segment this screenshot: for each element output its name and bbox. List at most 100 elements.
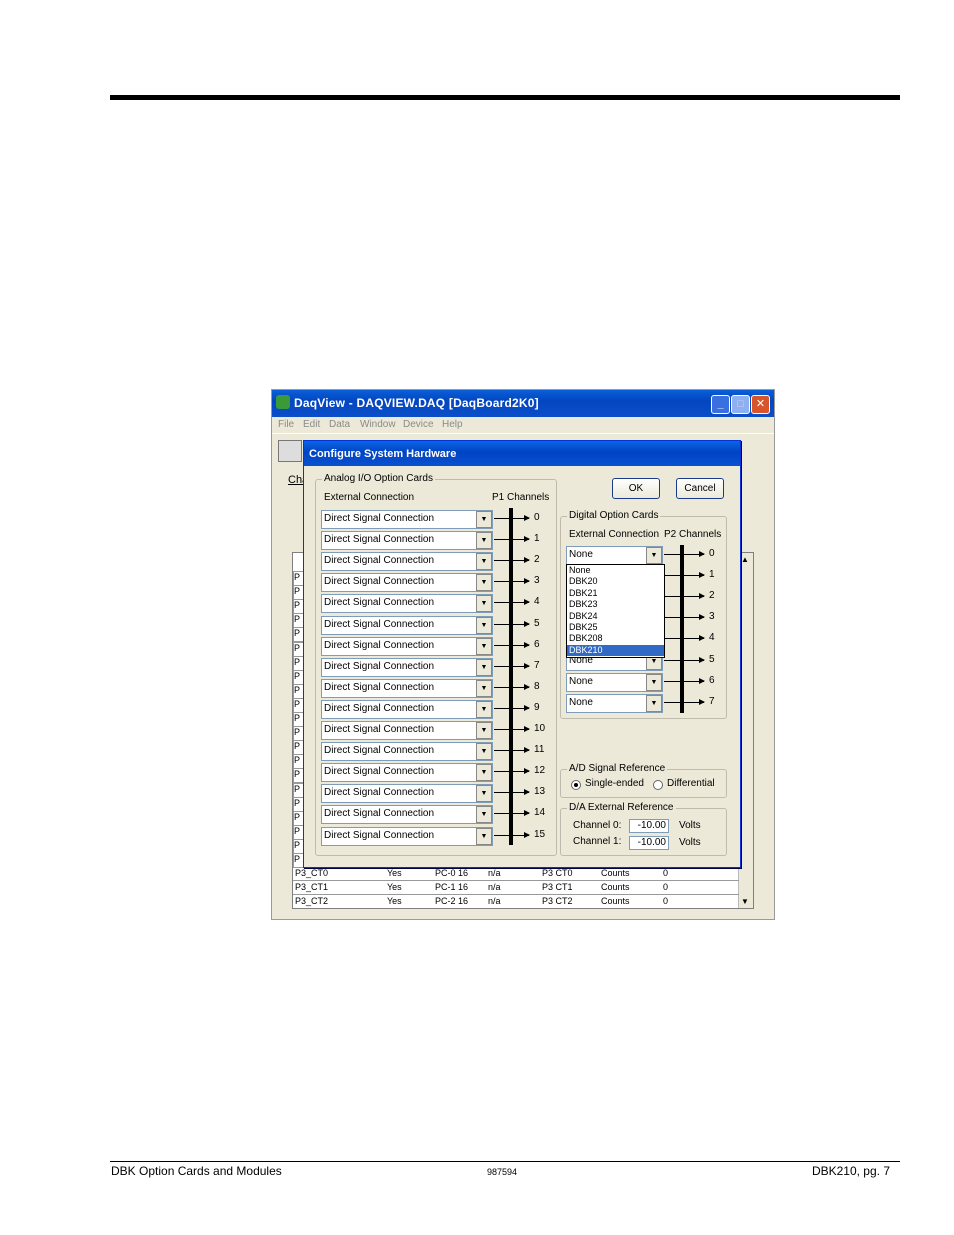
digital-dropdown-list[interactable]: None DBK20 DBK21 DBK23 DBK24 DBK25 DBK20… <box>566 564 665 658</box>
table-row[interactable]: P3_CT2 Yes PC-2 16 n/a P3 CT2 Counts 0 <box>293 894 739 909</box>
cancel-button[interactable]: Cancel <box>676 478 724 499</box>
menu-edit[interactable]: Edit <box>303 419 320 430</box>
analog-legend: Analog I/O Option Cards <box>322 473 435 484</box>
ok-button[interactable]: OK <box>612 478 660 499</box>
ch1-value-field[interactable]: -10.00 <box>629 836 669 850</box>
footer-center: 987594 <box>487 1167 518 1177</box>
channel-arrow <box>664 551 705 557</box>
analog-connection-select[interactable]: Direct Signal Connection ▼ <box>321 805 493 825</box>
close-button[interactable]: ✕ <box>751 395 770 414</box>
menu-file[interactable]: File <box>278 419 294 430</box>
digital-card-select[interactable]: None ▼ <box>566 546 663 565</box>
chevron-down-icon[interactable]: ▼ <box>476 722 492 739</box>
channel-arrow <box>494 662 530 669</box>
analog-connection-select[interactable]: Direct Signal Connection ▼ <box>321 594 493 614</box>
p1-channel-number: 8 <box>534 680 540 692</box>
chevron-down-icon[interactable]: ▼ <box>646 694 662 712</box>
analog-connection-select[interactable]: Direct Signal Connection ▼ <box>321 573 493 593</box>
analog-connection-select[interactable]: Direct Signal Connection ▼ <box>321 742 493 762</box>
chevron-down-icon[interactable]: ▼ <box>476 827 492 845</box>
chevron-down-icon[interactable]: ▼ <box>476 764 492 782</box>
scope-icon[interactable] <box>278 440 302 462</box>
channel-arrow <box>494 599 530 606</box>
channel-arrow <box>664 677 705 684</box>
analog-connection-select[interactable]: Direct Signal Connection ▼ <box>321 826 493 846</box>
menu-device[interactable]: Device <box>403 419 434 430</box>
chevron-down-icon[interactable]: ▼ <box>476 595 492 613</box>
menu-data[interactable]: Data <box>329 419 350 430</box>
analog-connection-select[interactable]: Direct Signal Connection ▼ <box>321 699 493 719</box>
analog-connection-select[interactable]: Direct Signal Connection ▼ <box>321 636 493 656</box>
p2-channel-number: 6 <box>709 674 715 686</box>
dropdown-option[interactable]: DBK25 <box>567 622 664 633</box>
chevron-down-icon[interactable]: ▼ <box>476 637 492 655</box>
chevron-down-icon[interactable]: ▼ <box>476 553 492 571</box>
ch0-value-field[interactable]: -10.00 <box>629 819 669 833</box>
chevron-down-icon[interactable]: ▼ <box>476 743 492 761</box>
analog-connection-select[interactable]: Direct Signal Connection ▼ <box>321 721 493 740</box>
menu-help[interactable]: Help <box>442 419 463 430</box>
dialog-title-bar: Configure System Hardware <box>304 441 740 466</box>
chevron-down-icon[interactable]: ▼ <box>476 806 492 824</box>
cell: P3_CT1 <box>295 882 329 892</box>
cell: n/a <box>488 882 501 892</box>
p1-channel-number: 13 <box>534 786 546 798</box>
maximize-button[interactable]: □ <box>731 395 750 414</box>
footer-right: DBK210, pg. 7 <box>811 1164 890 1178</box>
dropdown-option[interactable]: DBK20 <box>567 576 664 587</box>
dropdown-option[interactable]: DBK208 <box>567 633 664 644</box>
analog-ext-label: External Connection <box>324 492 415 503</box>
analog-connection-select[interactable]: Direct Signal Connection ▼ <box>321 784 493 804</box>
digital-card-select[interactable]: None ▼ <box>566 672 663 692</box>
analog-connection-select[interactable]: Direct Signal Connection ▼ <box>321 552 493 572</box>
dropdown-option[interactable]: DBK23 <box>567 599 664 610</box>
chevron-down-icon[interactable]: ▼ <box>646 547 662 564</box>
title-bar: DaqView - DAQVIEW.DAQ [DaqBoard2K0] _ □ … <box>272 390 774 417</box>
analog-connection-select[interactable]: Direct Signal Connection ▼ <box>321 657 493 677</box>
channel-arrow <box>494 515 530 521</box>
single-ended-radio[interactable] <box>571 780 581 790</box>
channel-arrow <box>494 683 530 690</box>
chevron-down-icon[interactable]: ▼ <box>476 511 492 528</box>
table-row[interactable]: P3_CT0 Yes PC-0 16 n/a P3 CT0 Counts 0 <box>293 866 739 881</box>
menu-bar: File Edit Data Window Device Help <box>272 417 774 433</box>
top-rule <box>110 95 900 100</box>
analog-connection-select[interactable]: Direct Signal Connection ▼ <box>321 678 493 698</box>
channel-arrow <box>664 614 705 621</box>
analog-connection-select[interactable]: Direct Signal Connection ▼ <box>321 763 493 783</box>
dropdown-option-selected[interactable]: DBK210 <box>567 644 664 657</box>
p1-channel-number: 0 <box>534 512 540 523</box>
analog-connection-select[interactable]: Direct Signal Connection ▼ <box>321 615 493 635</box>
cell: P3_CT0 <box>295 868 329 878</box>
table-row[interactable]: P3_CT1 Yes PC-1 16 n/a P3 CT1 Counts 0 <box>293 880 739 895</box>
chevron-down-icon[interactable]: ▼ <box>476 700 492 718</box>
chevron-down-icon[interactable]: ▼ <box>476 616 492 634</box>
dropdown-option[interactable]: DBK24 <box>567 611 664 622</box>
analog-connection-value: Direct Signal Connection <box>324 618 435 630</box>
chevron-down-icon[interactable]: ▼ <box>476 679 492 697</box>
p1-channel-number: 1 <box>534 533 540 545</box>
chevron-down-icon[interactable]: ▼ <box>646 673 662 691</box>
cell: Counts <box>601 896 630 906</box>
analog-connection-value: Direct Signal Connection <box>324 808 435 820</box>
analog-connection-select[interactable]: Direct Signal Connection ▼ <box>321 510 493 529</box>
scroll-up-icon[interactable]: ▲ <box>741 555 749 564</box>
channel-arrow <box>494 831 530 838</box>
analog-connection-value: Direct Signal Connection <box>324 724 435 735</box>
chevron-down-icon[interactable]: ▼ <box>476 532 492 550</box>
dropdown-option[interactable]: None <box>567 565 664 576</box>
dropdown-option[interactable]: DBK21 <box>567 588 664 599</box>
footer-left: DBK Option Cards and Modules <box>111 1164 282 1178</box>
scroll-down-icon[interactable]: ▼ <box>741 897 749 906</box>
chevron-down-icon[interactable]: ▼ <box>476 658 492 676</box>
minimize-button[interactable]: _ <box>711 395 730 414</box>
differential-radio[interactable] <box>653 780 663 790</box>
chevron-down-icon[interactable]: ▼ <box>476 785 492 803</box>
digital-ext-label: External Connection <box>569 529 660 540</box>
cell: P3 CT0 <box>542 868 573 878</box>
window-title: DaqView - DAQVIEW.DAQ [DaqBoard2K0] <box>294 396 539 410</box>
menu-window[interactable]: Window <box>360 419 396 430</box>
analog-connection-select[interactable]: Direct Signal Connection ▼ <box>321 531 493 551</box>
digital-card-select[interactable]: None ▼ <box>566 693 663 713</box>
chevron-down-icon[interactable]: ▼ <box>476 574 492 592</box>
